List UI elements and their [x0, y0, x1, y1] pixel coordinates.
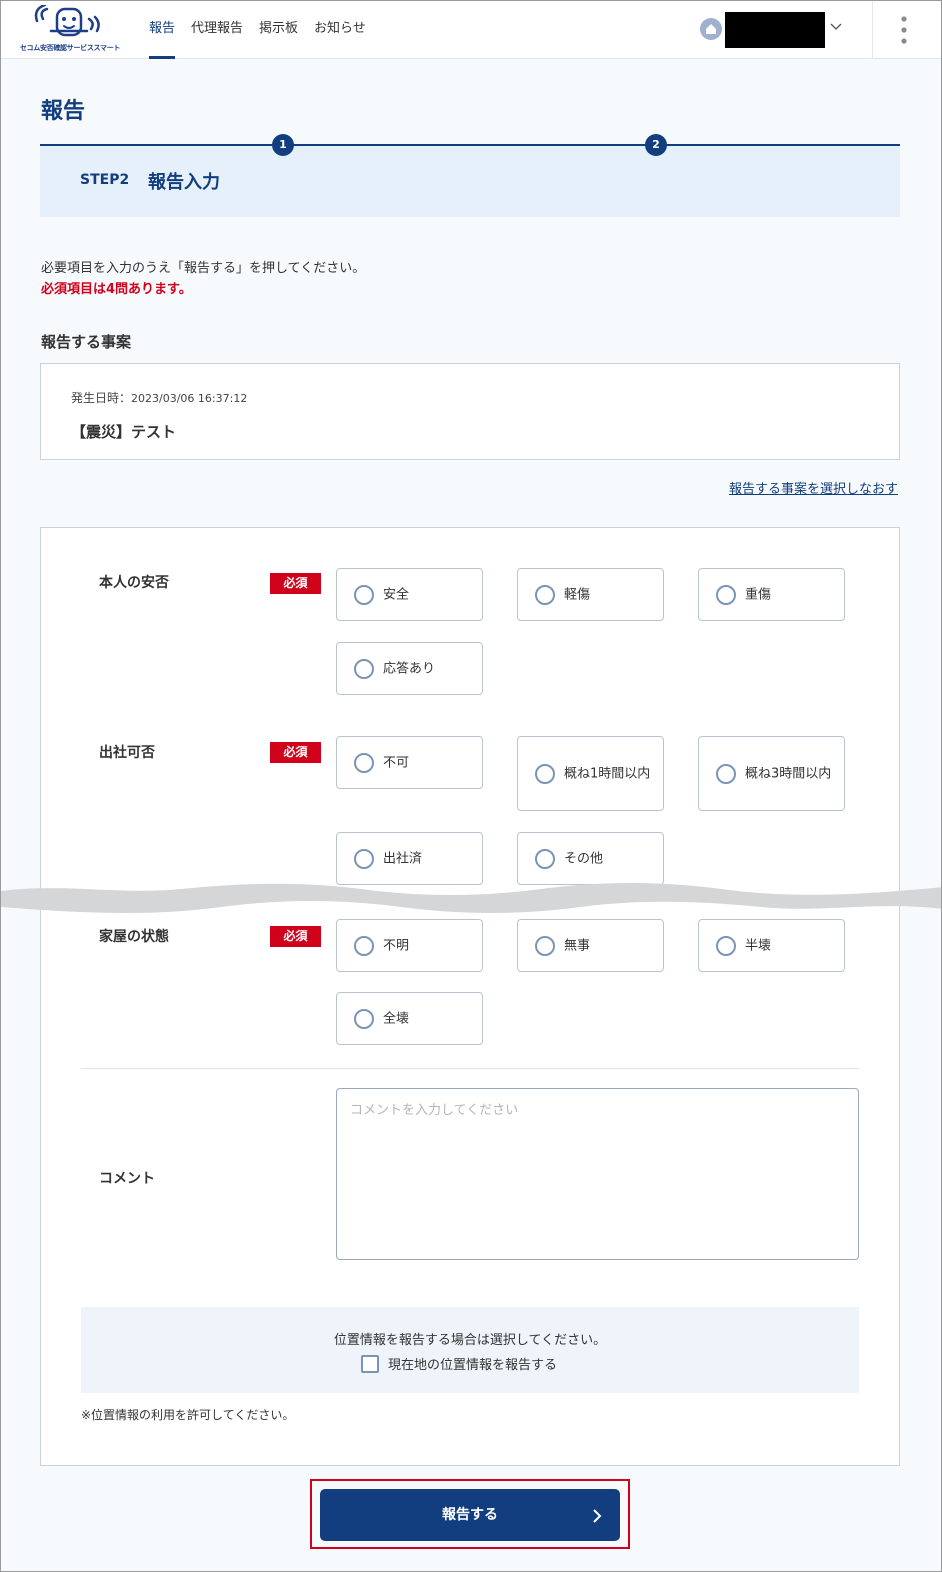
page-break-tear-graphic	[1, 883, 941, 913]
required-count-note: 必須項目は4問あります。	[41, 282, 192, 297]
radio-icon[interactable]	[535, 763, 555, 784]
radio-icon[interactable]	[354, 658, 374, 679]
step-title: 報告入力	[148, 172, 220, 193]
option-safe[interactable]: 安全	[336, 568, 483, 621]
option-label: 軽傷	[564, 587, 591, 602]
reselect-incident-link[interactable]: 報告する事案を選択しなおす	[729, 478, 898, 497]
option-label: 半壊	[745, 938, 772, 953]
radio-icon[interactable]	[535, 935, 555, 956]
logo-text: セコム安否確認サービススマート	[19, 44, 121, 52]
required-badge: 必須	[270, 926, 321, 947]
radio-icon[interactable]	[716, 935, 736, 956]
required-badge: 必須	[270, 742, 321, 763]
option-label: 出社済	[383, 851, 423, 866]
option-label: 概ね3時間以内	[745, 766, 832, 781]
incident-date-value: 2023/03/06 16:37:12	[131, 392, 248, 405]
option-label: 重傷	[745, 587, 772, 602]
brand-logo[interactable]: セコム安否確認サービススマート	[19, 3, 121, 55]
required-badge: 必須	[270, 573, 321, 594]
chevron-down-icon[interactable]	[830, 22, 842, 32]
option-label: 不明	[383, 938, 410, 953]
nav-bulletin-board[interactable]: 掲示板	[259, 1, 298, 59]
option-within-1-hour[interactable]: 概ね1時間以内	[517, 736, 664, 811]
radio-icon[interactable]	[535, 848, 555, 869]
report-form: 本人の安否 必須 安全 軽傷 重傷 応答あり 出社可否 必須 不可 概ね1時間以…	[40, 527, 900, 1466]
radio-icon[interactable]	[354, 848, 374, 869]
incident-date-label: 発生日時：	[71, 391, 132, 405]
location-permission-note: ※位置情報の利用を許可してください。	[81, 1408, 295, 1422]
chevron-right-icon[interactable]	[591, 1508, 603, 1524]
location-prompt: 位置情報を報告する場合は選択してください。	[333, 1333, 607, 1348]
radio-icon[interactable]	[716, 584, 736, 605]
question-label-attendance: 出社可否	[99, 745, 155, 761]
incident-section-title: 報告する事案	[41, 333, 132, 351]
step-label: STEP2	[80, 172, 130, 188]
instruction-text: 必要項目を入力のうえ「報告する」を押してください。	[41, 261, 366, 276]
stepper-line	[40, 144, 900, 146]
option-label: 応答あり	[383, 661, 436, 676]
option-within-3-hours[interactable]: 概ね3時間以内	[698, 736, 845, 811]
option-unknown[interactable]: 不明	[336, 919, 483, 972]
option-arrived[interactable]: 出社済	[336, 832, 483, 885]
radio-icon[interactable]	[354, 1008, 374, 1029]
radio-icon[interactable]	[716, 763, 736, 784]
app-window: セコム安否確認サービススマート 報告 代理報告 掲示板 お知らせ 報告 1 2	[0, 0, 942, 1572]
home-icon[interactable]	[700, 18, 722, 40]
nav-report[interactable]: 報告	[149, 1, 176, 59]
option-unable[interactable]: 不可	[336, 736, 483, 789]
nav-notices[interactable]: お知らせ	[314, 1, 366, 59]
page-title: 報告	[41, 99, 86, 124]
option-responded[interactable]: 応答あり	[336, 642, 483, 695]
option-minor-injury[interactable]: 軽傷	[517, 568, 664, 621]
main-nav: 報告 代理報告 掲示板 お知らせ	[149, 1, 382, 59]
header-divider	[872, 1, 873, 59]
kebab-menu-icon[interactable]	[900, 15, 908, 45]
comment-label: コメント	[99, 1171, 155, 1187]
checkbox-icon[interactable]	[361, 1354, 379, 1373]
incident-date: 発生日時：2023/03/06 16:37:12	[71, 389, 247, 406]
radio-icon[interactable]	[354, 752, 374, 773]
option-label: 無事	[564, 938, 591, 953]
question-label-safety: 本人の安否	[99, 575, 169, 591]
option-undamaged[interactable]: 無事	[517, 919, 664, 972]
user-name-redacted[interactable]	[725, 12, 825, 48]
radio-icon[interactable]	[354, 584, 374, 605]
option-other[interactable]: その他	[517, 832, 664, 885]
option-fully-destroyed[interactable]: 全壊	[336, 992, 483, 1045]
option-label: その他	[564, 851, 604, 866]
option-label: 不可	[383, 755, 410, 770]
option-label: 概ね1時間以内	[564, 766, 651, 781]
step-dot-2: 2	[645, 134, 667, 156]
radio-icon[interactable]	[354, 935, 374, 956]
incident-name: 【震災】テスト	[71, 423, 177, 441]
location-checkbox-label[interactable]: 現在地の位置情報を報告する	[388, 1354, 557, 1373]
option-label: 全壊	[383, 1011, 410, 1026]
top-header: セコム安否確認サービススマート 報告 代理報告 掲示板 お知らせ	[1, 1, 941, 59]
nav-proxy-report[interactable]: 代理報告	[191, 1, 243, 59]
option-half-destroyed[interactable]: 半壊	[698, 919, 845, 972]
option-label: 安全	[383, 587, 410, 602]
section-divider	[81, 1068, 859, 1069]
option-serious-injury[interactable]: 重傷	[698, 568, 845, 621]
submit-report-button[interactable]: 報告する	[320, 1489, 620, 1541]
step-indicator: 1 2 STEP2 報告入力	[40, 134, 900, 217]
location-checkbox-row[interactable]: 現在地の位置情報を報告する	[361, 1354, 557, 1373]
location-panel: 位置情報を報告する場合は選択してください。 現在地の位置情報を報告する	[81, 1307, 859, 1393]
step-dot-1: 1	[272, 134, 294, 156]
question-label-house: 家屋の状態	[99, 929, 169, 945]
radio-icon[interactable]	[535, 584, 555, 605]
incident-card: 発生日時：2023/03/06 16:37:12 【震災】テスト	[40, 363, 900, 460]
comment-textarea[interactable]	[336, 1088, 859, 1260]
logo-face-icon	[34, 3, 100, 37]
